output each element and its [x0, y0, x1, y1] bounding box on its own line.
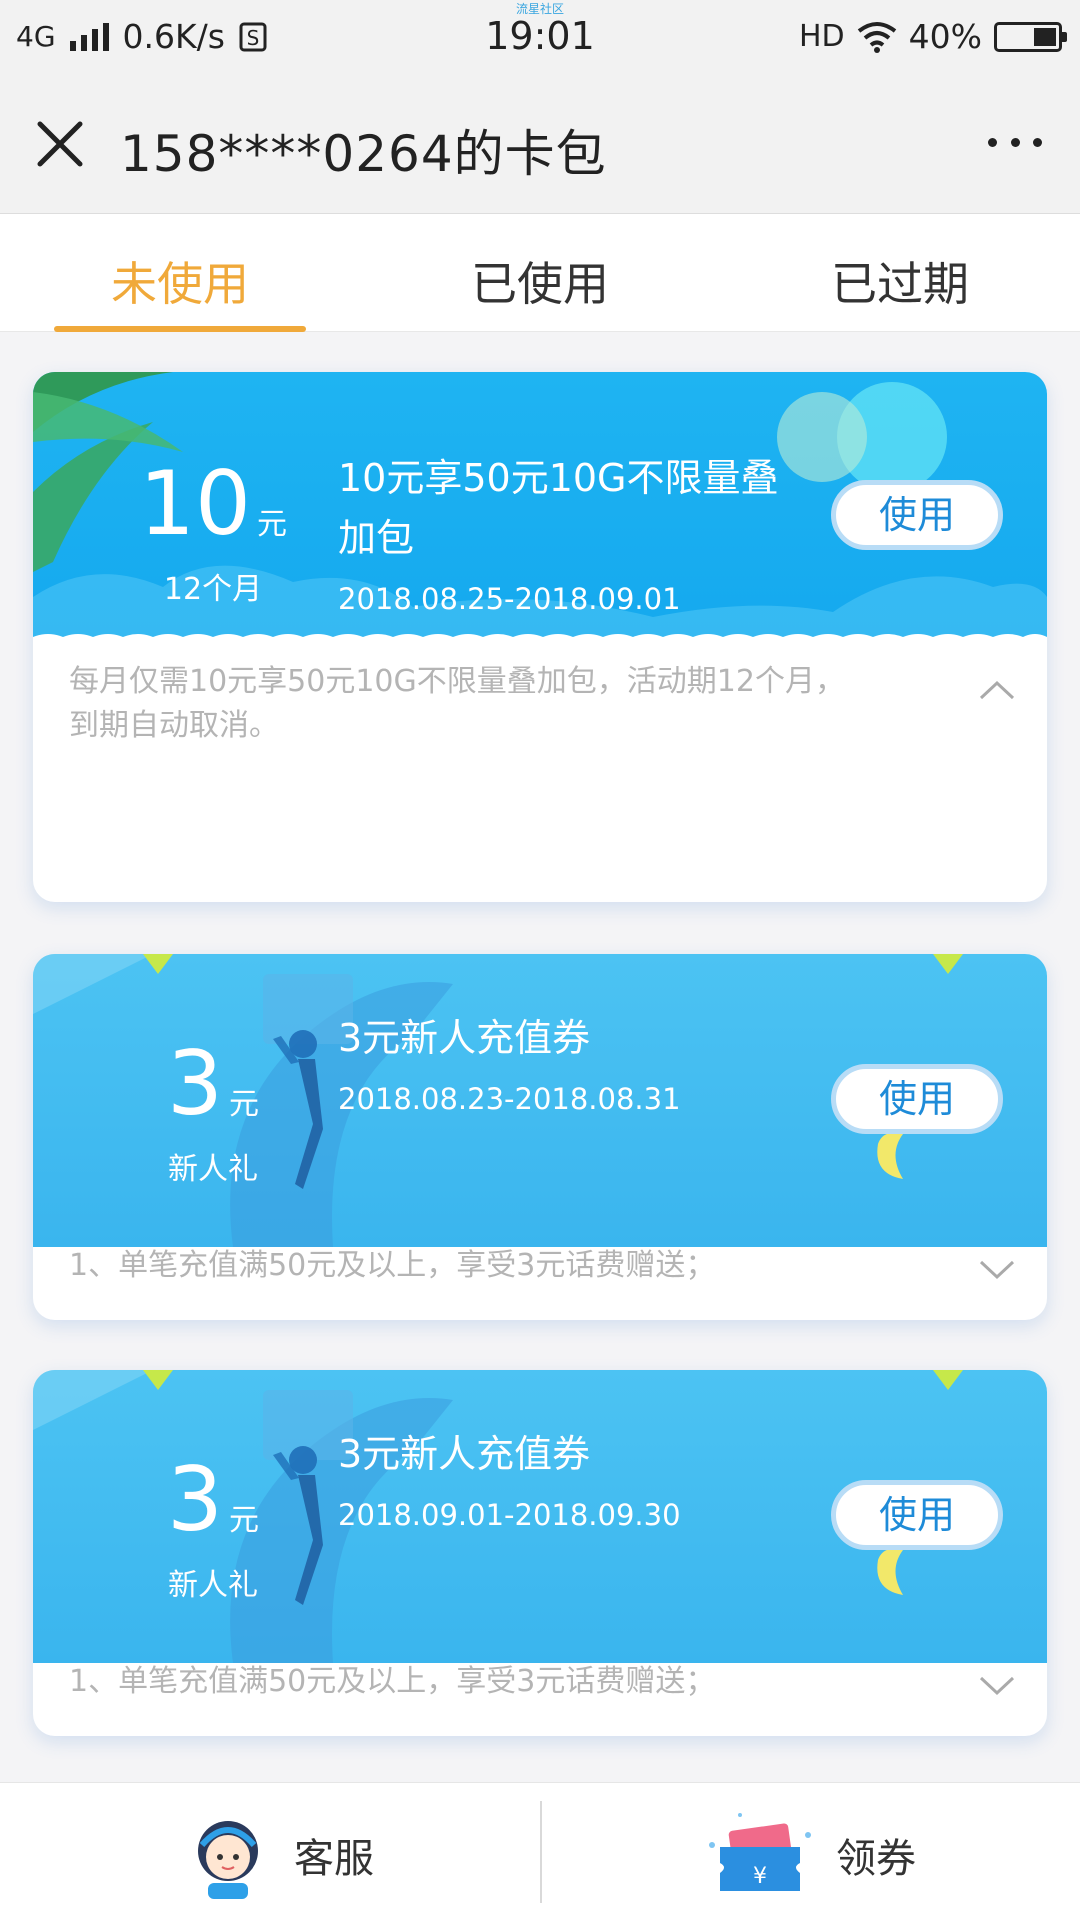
use-button[interactable]: 使用 — [831, 1480, 1003, 1550]
customer-service-button[interactable]: 客服 — [178, 1805, 374, 1905]
tab-expired[interactable]: 已过期 — [720, 248, 1080, 314]
more-dot-icon — [1010, 137, 1020, 147]
coupon-banner: 3元 新人礼 3元新人充值券 2018.08.23-2018.08.31 使用 — [33, 954, 1047, 1247]
coupon-info: 10元享50元10G不限量叠加包 2018.08.25-2018.09.01 — [338, 448, 808, 616]
bottom-bar: 客服 ¥ 领券 — [0, 1782, 1080, 1920]
title-bar: 158****0264的卡包 — [0, 72, 1080, 214]
more-dot-icon — [988, 137, 997, 147]
coupon-validity: 2018.08.23-2018.08.31 — [338, 1082, 681, 1116]
get-coupon-label: 领券 — [836, 1836, 916, 1882]
coupon-amount: 3 — [167, 1448, 223, 1551]
coupon-banner: 3元 新人礼 3元新人充值券 2018.09.01-2018.09.30 使用 — [33, 1370, 1047, 1663]
coupon-card: 10 元 12个月 10元享50元10G不限量叠加包 2018.08.25-201… — [33, 372, 1047, 902]
coupon-amount-block: 10 元 12个月 — [113, 460, 313, 608]
coupon-ticket-icon: ¥ — [709, 1813, 811, 1891]
coupon-name: 3元新人充值券 — [338, 1016, 591, 1060]
coupon-description: 每月仅需10元享50元10G不限量叠加包，活动期12个月，到期自动取消。 — [69, 664, 845, 743]
coupon-banner: 10 元 12个月 10元享50元10G不限量叠加包 2018.08.25-201… — [33, 372, 1047, 657]
coupon-amount-block: 3元 新人礼 — [113, 1040, 313, 1188]
hd-indicator: HD — [798, 19, 845, 54]
coupon-subtitle: 12个月 — [163, 572, 263, 607]
svg-text:¥: ¥ — [753, 1864, 767, 1889]
coupon-card: 3元 新人礼 3元新人充值券 2018.08.23-2018.08.31 使用 … — [33, 954, 1047, 1320]
coupon-amount-block: 3元 新人礼 — [113, 1456, 313, 1604]
coupon-validity: 2018.09.01-2018.09.30 — [338, 1498, 681, 1532]
coupon-info: 3元新人充值券 2018.08.23-2018.08.31 — [338, 1008, 808, 1116]
active-tab-indicator — [54, 326, 306, 332]
battery-percent: 40% — [908, 17, 982, 56]
coupon-tabs: 未使用 已使用 已过期 — [0, 214, 1080, 332]
chevron-down-icon[interactable] — [977, 1258, 1017, 1282]
coupon-description: 1、单笔充值满50元及以上，享受3元话费赠送； — [69, 1664, 716, 1699]
page-title: 158****0264的卡包 — [120, 125, 607, 183]
bottom-divider — [540, 1801, 542, 1903]
chevron-down-icon[interactable] — [977, 1674, 1017, 1698]
use-button[interactable]: 使用 — [831, 480, 1003, 550]
coupon-amount: 3 — [167, 1032, 223, 1135]
coupon-name: 3元新人充值券 — [338, 1432, 591, 1476]
coupon-amount: 10 — [139, 452, 251, 555]
battery-icon — [994, 21, 1067, 52]
more-options-button[interactable] — [980, 122, 1050, 162]
get-coupon-button[interactable]: ¥ 领券 — [700, 1805, 916, 1905]
close-icon — [37, 121, 83, 167]
status-bar: 流星社区 4G 0.6K/s S 19:01 HD 40% — [0, 0, 1080, 72]
close-button[interactable] — [30, 114, 90, 174]
coupon-validity: 2018.08.25-2018.09.01 — [338, 582, 681, 616]
tab-used[interactable]: 已使用 — [360, 248, 720, 314]
coupon-unit: 元 — [256, 507, 287, 542]
use-button[interactable]: 使用 — [831, 1064, 1003, 1134]
customer-service-icon — [198, 1821, 258, 1899]
chevron-up-icon[interactable] — [977, 678, 1017, 702]
coupon-unit: 元 — [229, 1503, 259, 1538]
coupon-card: 3元 新人礼 3元新人充值券 2018.09.01-2018.09.30 使用 … — [33, 1370, 1047, 1736]
tab-unused[interactable]: 未使用 — [0, 248, 360, 314]
coupon-unit: 元 — [229, 1087, 259, 1122]
coupon-description: 1、单笔充值满50元及以上，享受3元话费赠送； — [69, 1248, 716, 1283]
status-right: HD 40% — [798, 17, 1067, 56]
coupon-subtitle: 新人礼 — [168, 1568, 258, 1603]
more-dot-icon — [1033, 137, 1042, 147]
coupon-info: 3元新人充值券 2018.09.01-2018.09.30 — [338, 1424, 808, 1532]
customer-service-label: 客服 — [294, 1836, 374, 1882]
wifi-icon — [857, 21, 896, 53]
coupon-name: 10元享50元10G不限量叠加包 — [338, 456, 779, 560]
coupon-subtitle: 新人礼 — [168, 1152, 258, 1187]
